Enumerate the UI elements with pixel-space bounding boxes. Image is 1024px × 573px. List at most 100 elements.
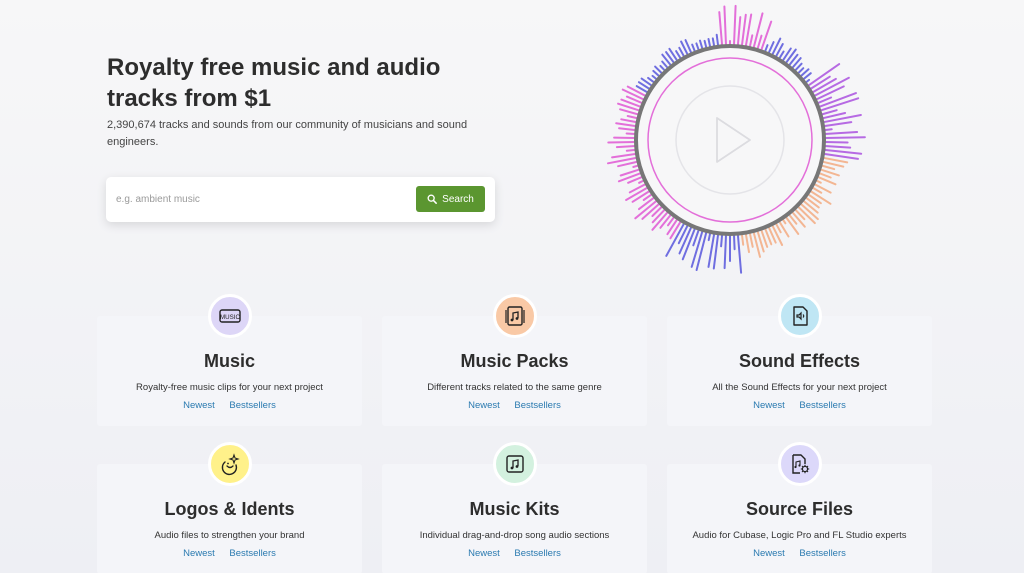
card-links: Newest Bestsellers [382, 548, 647, 559]
category-card-music[interactable]: MUSIC Music Royalty-free music clips for… [97, 294, 362, 426]
card-title: Music Packs [460, 351, 569, 371]
waveform-bar [820, 164, 836, 171]
waveform-bar [774, 222, 782, 234]
card-links: Newest Bestsellers [667, 548, 932, 559]
card-description: Audio for Cubase, Logic Pro and FL Studi… [692, 530, 907, 541]
card-description: Different tracks related to the same gen… [427, 382, 602, 393]
category-card-music-packs[interactable]: Music Packs Different tracks related to … [382, 294, 647, 426]
search-box: Search [106, 177, 495, 222]
bestsellers-link[interactable]: Bestsellers [799, 548, 845, 559]
card-links: Newest Bestsellers [97, 548, 362, 559]
category-card-sound-effects[interactable]: Sound Effects All the Sound Effects for … [667, 294, 932, 426]
card-title: Logos & Idents [164, 499, 295, 519]
waveform-bar [647, 76, 656, 84]
waveform-bar [823, 128, 833, 132]
waveform-bar [771, 224, 784, 246]
music-note-icon [492, 442, 537, 486]
waveform-bar [778, 220, 790, 238]
waveform-bar [720, 233, 724, 248]
waveform-bar [748, 231, 754, 248]
waveform-bar [748, 34, 754, 49]
waveform-bar [813, 183, 832, 194]
sparkle-icon [207, 442, 252, 486]
waveform-bar [651, 208, 666, 224]
waveform-bar [733, 233, 736, 251]
bestsellers-link[interactable]: Bestsellers [229, 548, 275, 559]
waveform-bar [691, 43, 696, 53]
card-description: Individual drag-and-drop song audio sect… [419, 530, 610, 541]
hero-title: Royalty free music and audio tracks from… [107, 54, 441, 112]
waveform-bar [824, 141, 849, 144]
waveform-bar [778, 50, 785, 60]
visualizer-svg [607, 4, 866, 274]
waveform-bar [707, 38, 712, 49]
waveform-bar [661, 60, 669, 70]
newest-link[interactable]: Newest [753, 548, 785, 559]
waveform-bar [621, 88, 645, 101]
waveform-bar [784, 48, 797, 65]
svg-text:MUSIC: MUSIC [220, 314, 240, 321]
waveform-bar [756, 34, 763, 51]
category-card-music-kits[interactable]: Music Kits Individual drag-and-drop song… [382, 442, 647, 573]
waveform-bar [659, 64, 666, 72]
player-ring [634, 44, 826, 236]
waveform-bar [823, 121, 853, 128]
bestsellers-link[interactable]: Bestsellers [514, 400, 560, 411]
waveform-bar [740, 13, 747, 47]
card-links: Newest Bestsellers [97, 400, 362, 411]
waveform-bar [824, 136, 866, 139]
waveform-bar [796, 67, 805, 75]
waveform-bar [723, 233, 727, 270]
bestsellers-link[interactable]: Bestsellers [229, 400, 275, 411]
card-title: Music [203, 351, 255, 371]
newest-link[interactable]: Newest [183, 400, 215, 411]
waveform-bar [711, 37, 716, 48]
waveform-bar [695, 42, 700, 52]
waveform-bar [823, 145, 852, 149]
waveform-bar [626, 85, 647, 97]
waveform-bar [820, 109, 838, 116]
newest-link[interactable]: Newest [753, 400, 785, 411]
newest-link[interactable]: Newest [468, 548, 500, 559]
waveform-bar [675, 50, 682, 60]
newest-link[interactable]: Newest [468, 400, 500, 411]
waveform-bar [620, 118, 638, 124]
waveform-bar [712, 233, 720, 270]
waveform-bar [823, 131, 859, 135]
waveform-bar [618, 127, 637, 132]
newest-link[interactable]: Newest [183, 548, 215, 559]
category-card-logos-idents[interactable]: Logos & Idents Audio files to strengthen… [97, 442, 362, 573]
category-card-source-files[interactable]: Source Files Audio for Cubase, Logic Pro… [667, 442, 932, 573]
waveform-bar [659, 213, 672, 229]
waveform-bar [744, 232, 750, 254]
card-description: All the Sound Effects for your next proj… [712, 382, 887, 393]
waveform-bar [615, 145, 637, 149]
waveform-bar [733, 4, 737, 47]
card-description: Royalty-free music clips for your next p… [136, 382, 323, 393]
source-file-icon [777, 442, 822, 486]
waveform-bar [823, 148, 863, 155]
bestsellers-link[interactable]: Bestsellers [799, 400, 845, 411]
waveform-bar [707, 231, 712, 242]
search-button[interactable]: Search [416, 186, 485, 212]
waveform-bar [736, 233, 743, 274]
waveform-bar [617, 160, 639, 168]
waveform-bar [740, 233, 745, 246]
waveform-bar [718, 11, 724, 47]
waveform-bar [678, 46, 686, 58]
card-title: Source Files [745, 499, 854, 519]
waveform-bar [666, 218, 679, 236]
music-label-icon: MUSIC [207, 294, 252, 338]
sound-file-icon [777, 294, 822, 338]
waveform-bar [615, 122, 637, 128]
waveform-bar [607, 141, 636, 144]
waveform-bar [804, 196, 820, 209]
waveform-bar [703, 39, 708, 49]
waveform-bar [677, 224, 689, 245]
card-title: Sound Effects [738, 351, 860, 371]
bestsellers-link[interactable]: Bestsellers [514, 548, 560, 559]
search-input[interactable] [116, 185, 416, 214]
card-title: Music Kits [469, 499, 560, 519]
waveform-bar [715, 33, 720, 47]
waveform-bar [807, 63, 841, 87]
